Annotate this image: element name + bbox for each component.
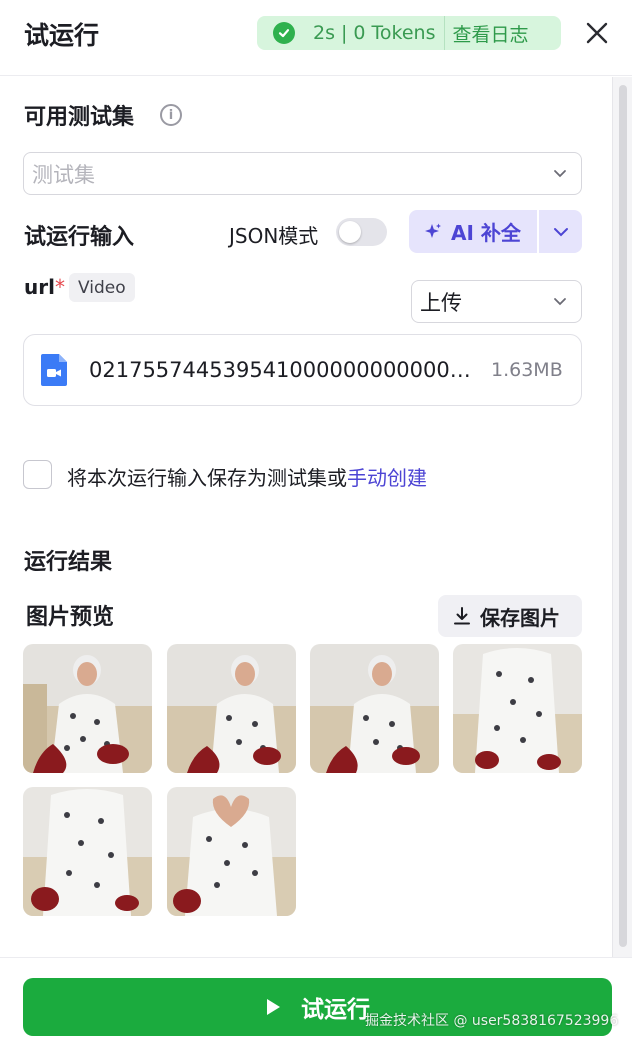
save-as-testset-checkbox[interactable]: [23, 460, 52, 489]
run-status-badge: 2s | 0 Tokens 查看日志: [257, 16, 561, 50]
json-mode-label: JSON模式: [229, 224, 319, 248]
run-duration: 2s: [313, 22, 335, 44]
view-log-link[interactable]: 查看日志: [453, 20, 529, 47]
ai-complete-dropdown[interactable]: [539, 210, 582, 253]
save-images-button[interactable]: 保存图片: [438, 595, 582, 637]
chevron-down-icon: [553, 227, 568, 236]
scrollbar[interactable]: [612, 77, 632, 957]
video-file-icon: [41, 354, 67, 386]
panel-footer: 试运行 掘金技术社区 @ user5838167523996: [0, 957, 632, 1046]
panel-header: 试运行 2s | 0 Tokens 查看日志: [0, 0, 632, 76]
token-count: 0 Tokens: [353, 22, 436, 44]
chevron-down-icon: [554, 169, 566, 177]
status-separator: |: [341, 22, 348, 44]
ai-complete-label: AI 补全: [451, 221, 521, 245]
json-mode-toggle[interactable]: [336, 218, 387, 246]
image-thumbnail[interactable]: [167, 787, 296, 916]
sparkle-icon: [425, 223, 441, 238]
testset-label: 可用测试集: [24, 105, 135, 130]
ai-complete-button[interactable]: AI 补全: [409, 210, 537, 253]
manual-create-link[interactable]: 手动创建: [347, 466, 427, 490]
url-field-name: url: [24, 275, 55, 299]
image-thumbnail[interactable]: [167, 644, 296, 773]
download-icon: [454, 607, 470, 625]
run-result-label: 运行结果: [24, 550, 113, 575]
watermark: 掘金技术社区 @ user5838167523996: [365, 1013, 619, 1029]
uploaded-file-card[interactable]: 02175574453954100000000000000000000 1.63…: [23, 334, 582, 406]
testset-select[interactable]: 测试集: [23, 152, 582, 195]
success-check-icon: [273, 22, 295, 44]
image-thumbnail[interactable]: [23, 644, 152, 773]
field-type-tag: Video: [69, 273, 135, 302]
close-icon[interactable]: [584, 20, 610, 46]
url-field-label: url*: [24, 275, 65, 299]
info-icon[interactable]: i: [160, 104, 182, 126]
run-input-label: 试运行输入: [24, 225, 135, 250]
required-mark: *: [54, 275, 65, 299]
testset-placeholder: 测试集: [32, 162, 95, 187]
panel-title: 试运行: [24, 21, 100, 50]
save-as-testset-text: 将本次运行输入保存为测试集或: [67, 466, 347, 490]
save-as-testset-label: 将本次运行输入保存为测试集或手动创建: [67, 462, 427, 491]
file-name: 02175574453954100000000000000000000: [89, 358, 481, 382]
chevron-down-icon: [554, 297, 566, 305]
image-preview-title: 图片预览: [26, 605, 115, 630]
input-mode-select[interactable]: 上传: [411, 280, 582, 323]
status-divider: [443, 16, 445, 50]
input-mode-value: 上传: [420, 290, 462, 315]
image-thumbnail[interactable]: [23, 787, 152, 916]
play-icon: [267, 999, 280, 1015]
run-button-label: 试运行: [301, 997, 370, 1023]
run-panel-content: 可用测试集 i 测试集 试运行输入 JSON模式 AI 补全 url* Vide…: [0, 77, 612, 957]
save-images-label: 保存图片: [480, 605, 560, 630]
image-thumbnail[interactable]: [453, 644, 582, 773]
file-size: 1.63MB: [491, 359, 563, 381]
scroll-thumb[interactable]: [619, 85, 627, 947]
image-thumbnail[interactable]: [310, 644, 439, 773]
toggle-knob: [339, 221, 361, 243]
